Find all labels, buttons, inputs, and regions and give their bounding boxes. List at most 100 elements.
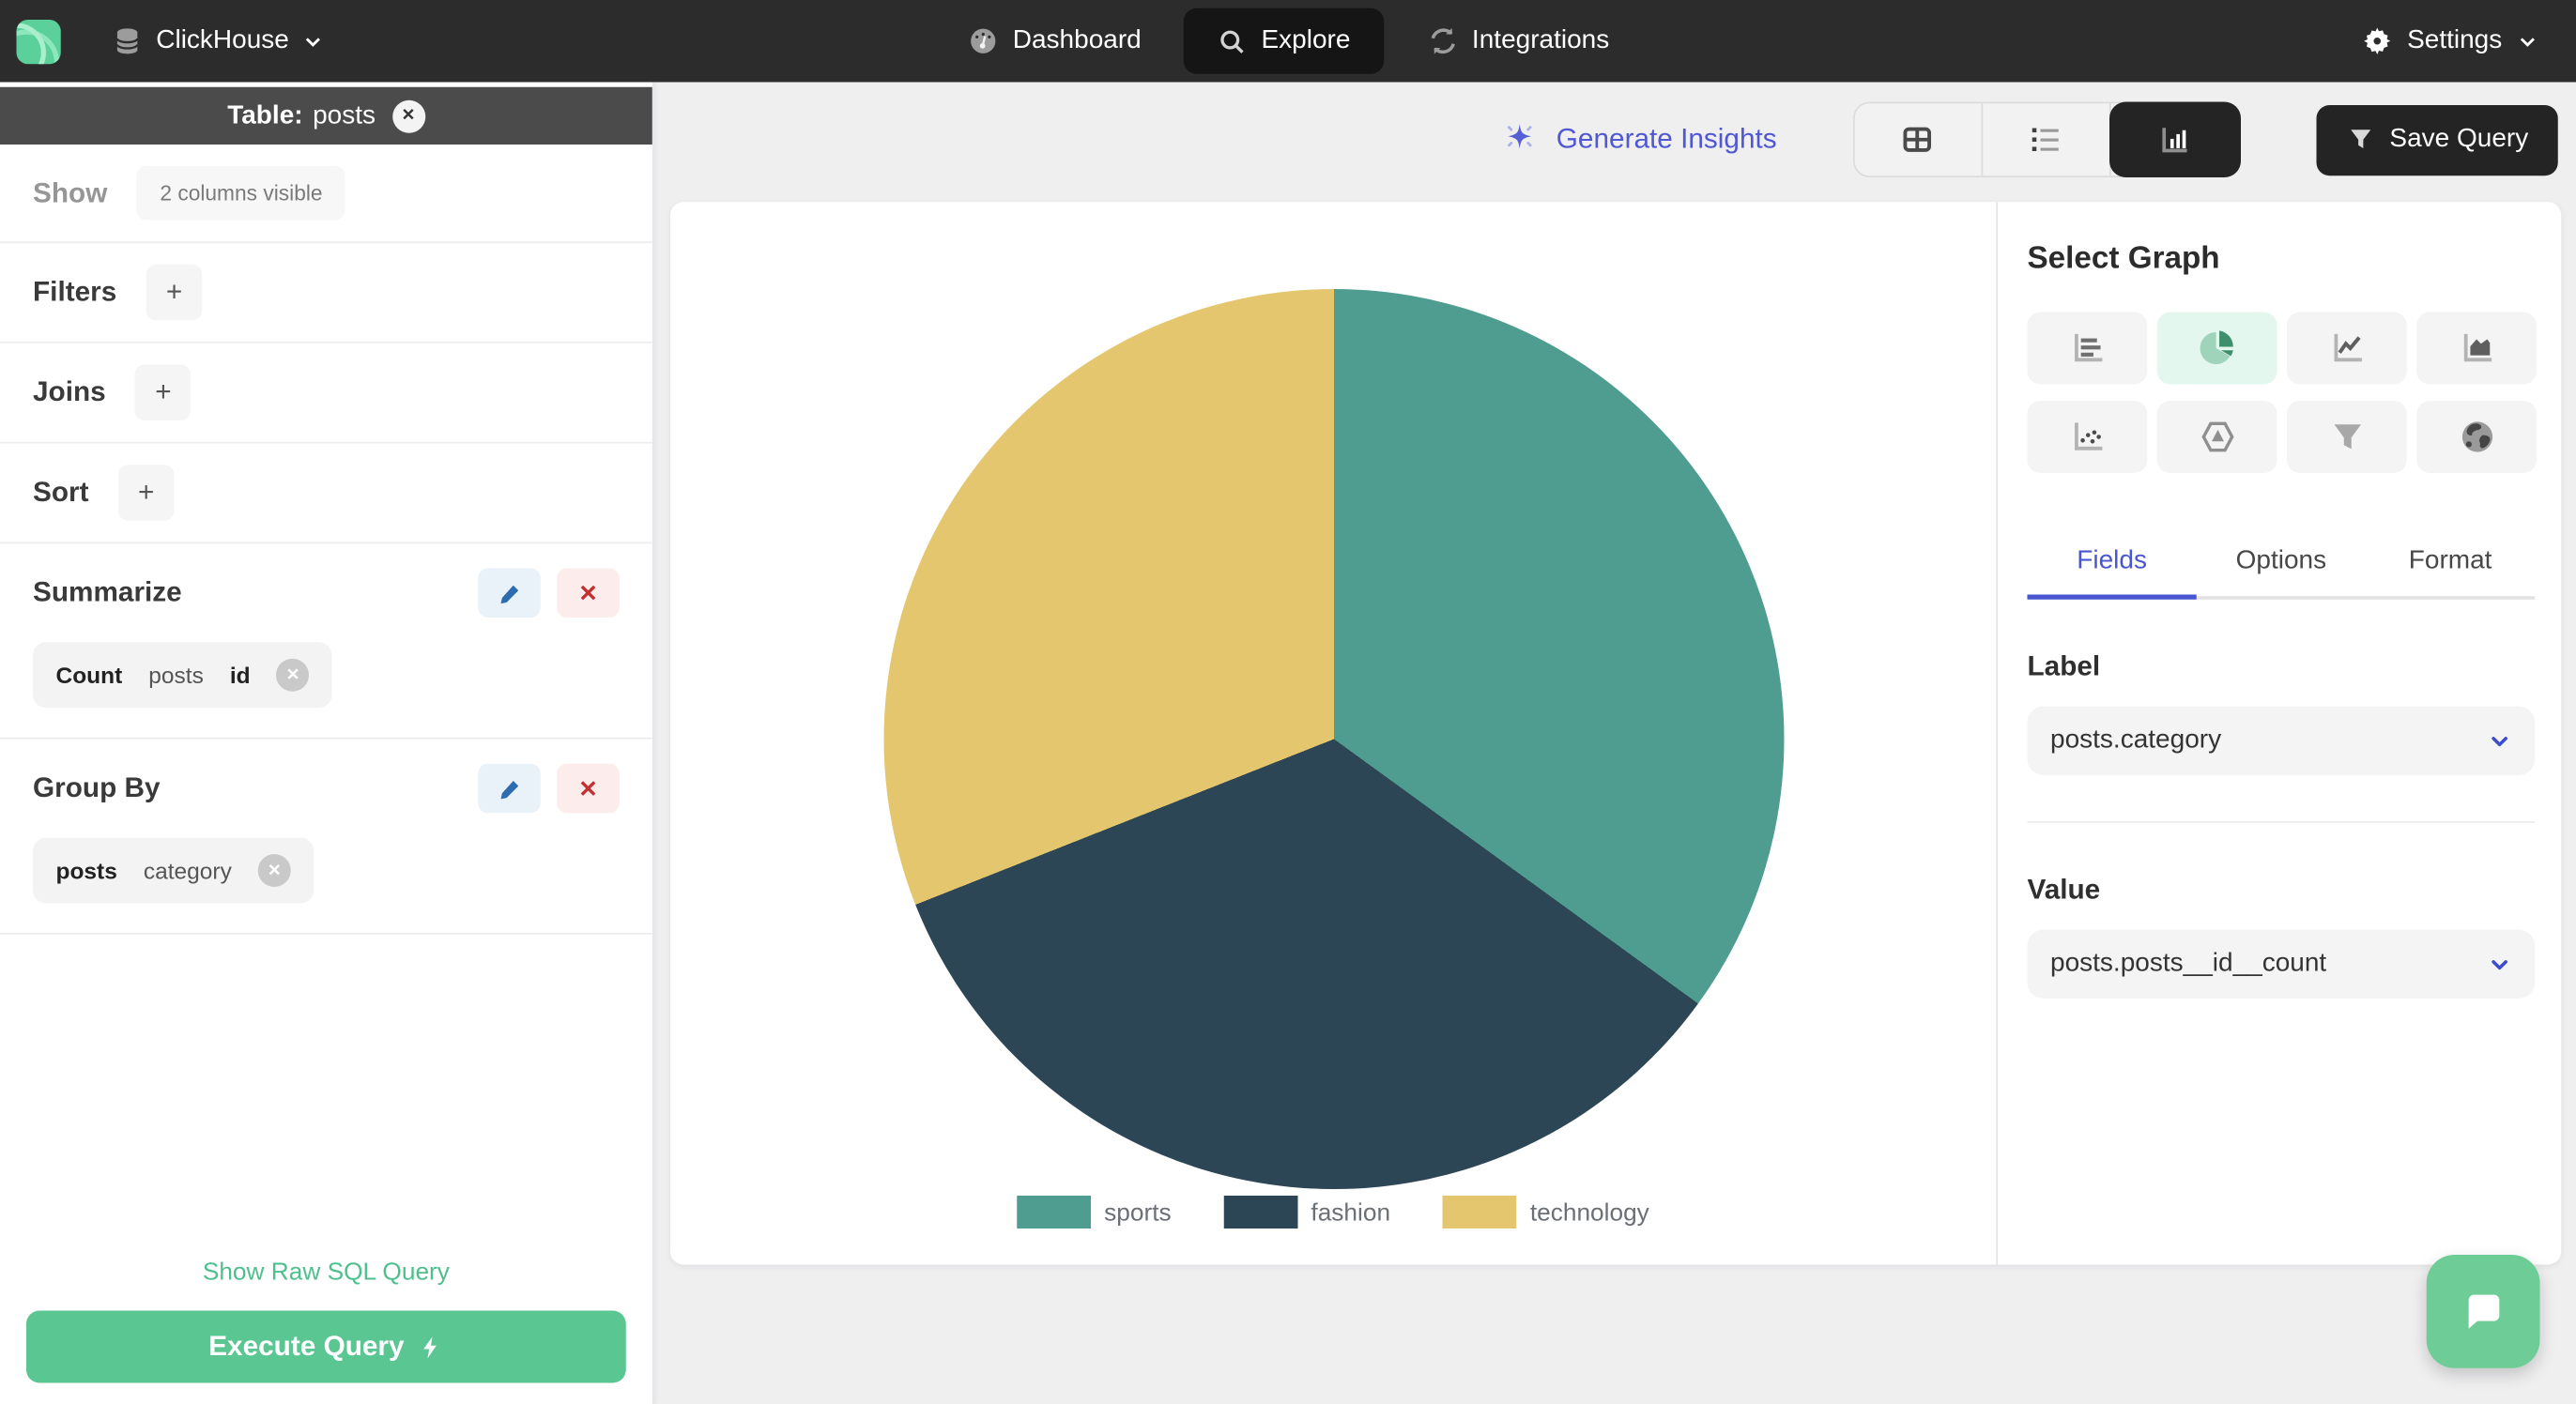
- settings-menu[interactable]: Settings: [2361, 24, 2576, 57]
- add-filter-button[interactable]: +: [146, 264, 203, 321]
- nav-integrations[interactable]: Integrations: [1426, 24, 1609, 57]
- pie-chart-icon: [2199, 330, 2232, 365]
- graph-type-bar-button[interactable]: [2027, 312, 2148, 385]
- graph-type-grid: [2027, 312, 2537, 473]
- chart-legend: sports fashion technology: [670, 1196, 1996, 1228]
- graph-type-pie-button[interactable]: [2156, 312, 2277, 385]
- filters-label: Filters: [33, 276, 117, 308]
- scatter-plot-icon: [2074, 422, 2102, 450]
- bar-chart-horizontal-icon: [2074, 333, 2102, 362]
- chart-view-button[interactable]: [2108, 101, 2241, 177]
- table-icon: [1903, 127, 1932, 152]
- app-logo: [16, 19, 61, 64]
- chevron-down-icon: [305, 37, 320, 47]
- funnel-icon: [2350, 130, 2370, 148]
- app-viewport: ClickHouse Dashboard Explore Integration…: [0, 0, 2576, 1404]
- result-card: sports fashion technology Select Graph F…: [670, 202, 2562, 1265]
- sparkle-icon: [1508, 124, 1533, 149]
- joins-label: Joins: [33, 375, 106, 407]
- remove-table-button[interactable]: ✕: [391, 99, 425, 132]
- brand-name: ClickHouse: [156, 26, 289, 54]
- label-field-title: Label: [2027, 650, 2101, 682]
- search-icon: [1220, 29, 1245, 53]
- remove-chip-icon[interactable]: ✕: [257, 854, 291, 887]
- graph-settings-panel: Select Graph Fields Options Format Label…: [1996, 202, 2561, 1265]
- gauge-icon: [971, 28, 996, 53]
- select-graph-title: Select Graph: [2027, 241, 2220, 276]
- panel-divider: [2027, 821, 2536, 823]
- table-label: Table:: [227, 100, 303, 130]
- generate-insights-button[interactable]: Generate Insights: [1500, 120, 1777, 160]
- chat-bubble-icon: [2467, 1293, 2499, 1328]
- tab-format[interactable]: Format: [2366, 534, 2535, 597]
- summarize-chip[interactable]: Count posts id ✕: [33, 642, 333, 709]
- sort-row: Sort +: [0, 444, 652, 544]
- nav-dashboard[interactable]: Dashboard: [967, 24, 1142, 57]
- table-name: posts: [313, 100, 376, 130]
- group-by-section: Group By ✕ posts category ✕: [0, 740, 652, 935]
- globe-icon: [2461, 421, 2492, 452]
- sort-label: Sort: [33, 476, 89, 508]
- bar-chart-icon: [2162, 127, 2187, 152]
- hexagon-node-icon: [2200, 421, 2233, 452]
- remove-chip-icon[interactable]: ✕: [276, 658, 310, 692]
- chevron-down-icon: [2492, 736, 2507, 746]
- edit-summarize-button[interactable]: [478, 568, 541, 618]
- pencil-icon: [499, 584, 518, 603]
- show-label: Show: [33, 176, 108, 208]
- line-chart-icon: [2333, 333, 2362, 362]
- graph-type-scatter-button[interactable]: [2027, 401, 2148, 473]
- label-field-dropdown[interactable]: posts.category: [2027, 706, 2536, 775]
- chevron-down-icon: [2492, 959, 2507, 969]
- table-header: Table: posts ✕: [0, 86, 652, 145]
- panel-tabs: Fields Options Format: [2027, 534, 2536, 600]
- execute-query-button[interactable]: Execute Query: [26, 1310, 626, 1383]
- gear-icon: [2364, 27, 2391, 55]
- add-join-button[interactable]: +: [135, 364, 192, 420]
- edit-group-by-button[interactable]: [478, 763, 541, 814]
- graph-type-area-button[interactable]: [2416, 312, 2537, 385]
- table-view-button[interactable]: [1854, 103, 1983, 176]
- remove-group-by-button[interactable]: ✕: [557, 763, 620, 814]
- graph-type-map-button[interactable]: [2416, 401, 2537, 473]
- graph-type-funnel-button[interactable]: [2287, 401, 2407, 473]
- pie-chart[interactable]: [882, 289, 1784, 1189]
- lightning-icon: [423, 1335, 437, 1358]
- query-builder-sidebar: Table: posts ✕ Show 2 columns visible Fi…: [0, 82, 654, 1404]
- show-raw-sql-link[interactable]: Show Raw SQL Query: [0, 1259, 652, 1287]
- value-field-dropdown[interactable]: posts.posts__id__count: [2027, 929, 2536, 999]
- columns-visible-chip[interactable]: 2 columns visible: [136, 165, 346, 221]
- legend-item[interactable]: sports: [1017, 1196, 1172, 1228]
- result-toolbar: Generate Insights Save Query: [652, 83, 2576, 198]
- database-selector[interactable]: ClickHouse: [110, 23, 325, 58]
- legend-item[interactable]: technology: [1443, 1196, 1649, 1228]
- main-content: Generate Insights Save Query sports fash…: [652, 82, 2576, 1404]
- chat-widget-button[interactable]: [2426, 1255, 2540, 1368]
- show-row: Show 2 columns visible: [0, 145, 652, 243]
- tab-options[interactable]: Options: [2197, 534, 2366, 597]
- legend-swatch: [1017, 1196, 1092, 1228]
- legend-swatch: [1443, 1196, 1517, 1228]
- funnel-icon: [2333, 424, 2361, 450]
- remove-summarize-button[interactable]: ✕: [557, 568, 620, 618]
- add-sort-button[interactable]: +: [118, 465, 175, 521]
- filters-row: Filters +: [0, 243, 652, 343]
- value-field-title: Value: [2027, 874, 2101, 906]
- chevron-down-icon: [2520, 37, 2535, 47]
- nav-explore[interactable]: Explore: [1184, 8, 1384, 74]
- list-view-button[interactable]: [1982, 103, 2110, 176]
- legend-item[interactable]: fashion: [1223, 1196, 1390, 1228]
- list-icon: [2032, 128, 2059, 151]
- group-by-label: Group By: [33, 771, 161, 803]
- tab-fields[interactable]: Fields: [2027, 534, 2197, 600]
- chart-area: sports fashion technology: [670, 202, 1996, 1264]
- view-toggle-group: [1852, 101, 2241, 177]
- sync-icon: [1430, 27, 1455, 54]
- joins-row: Joins +: [0, 343, 652, 444]
- database-icon: [115, 27, 139, 53]
- graph-type-graph-button[interactable]: [2156, 401, 2277, 473]
- save-query-button[interactable]: Save Query: [2315, 104, 2558, 176]
- graph-type-line-button[interactable]: [2287, 312, 2407, 385]
- summarize-section: Summarize ✕ Count posts id ✕: [0, 543, 652, 740]
- group-by-chip[interactable]: posts category ✕: [33, 837, 314, 904]
